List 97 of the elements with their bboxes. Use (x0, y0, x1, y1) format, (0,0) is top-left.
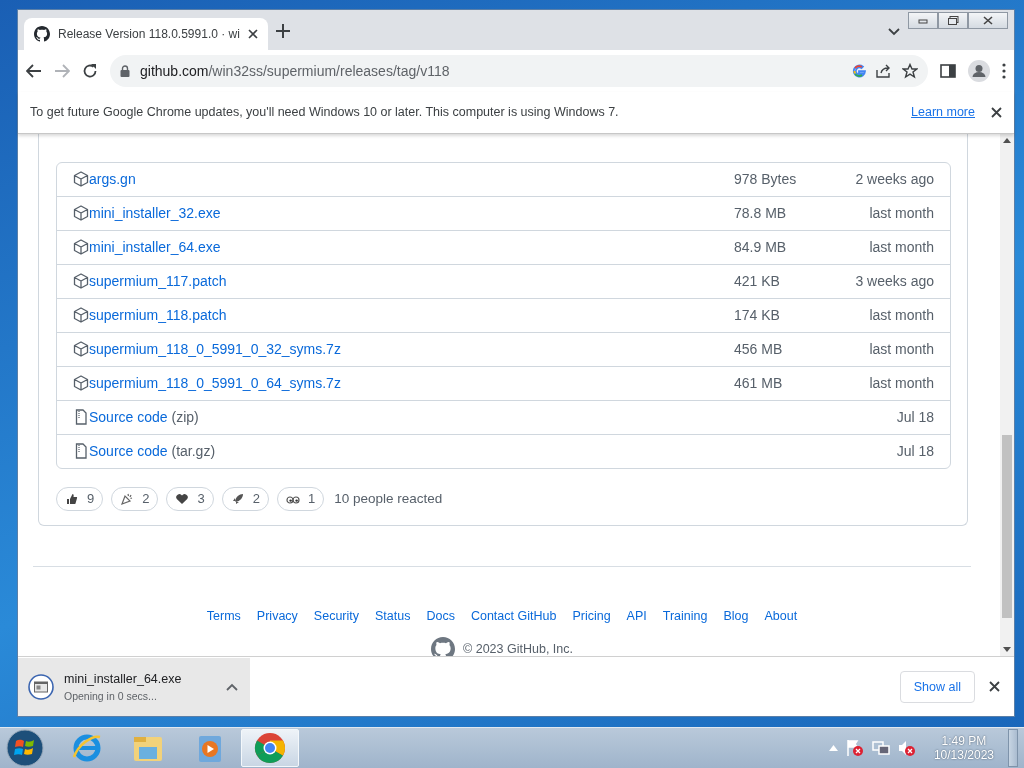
asset-date: 2 weeks ago (854, 171, 934, 188)
reaction-button[interactable]: 2 (221, 486, 269, 511)
network-icon[interactable] (871, 739, 890, 757)
tab-search-icon[interactable] (888, 28, 900, 36)
footer-link[interactable]: Status (375, 608, 411, 623)
share-icon[interactable] (876, 63, 892, 78)
infobar-message: To get future Google Chrome updates, you'll need Windows 10 or later. This computer is using Windows 7. (30, 105, 620, 120)
scrollbar-thumb[interactable] (1002, 434, 1012, 618)
package-icon (73, 375, 89, 392)
minimize-icon (918, 17, 928, 24)
thumbs-up-icon (65, 491, 79, 506)
chrome-icon (253, 731, 287, 765)
package-icon (73, 205, 89, 222)
github-logo-icon[interactable] (431, 636, 455, 657)
caret-icon[interactable] (226, 682, 238, 691)
reaction-button[interactable]: 2 (111, 486, 159, 511)
asset-date: last month (868, 375, 934, 392)
footer-link[interactable]: Contact GitHub (470, 608, 557, 623)
asset-link[interactable]: Source code (zip) (89, 409, 199, 426)
close-window-button[interactable] (968, 12, 1008, 29)
github-favicon (34, 25, 50, 42)
asset-size: 461 MB (734, 375, 784, 392)
package-icon (73, 239, 89, 256)
footer-link[interactable]: API (626, 608, 647, 623)
installer-file-icon (28, 673, 54, 700)
address-bar[interactable]: github.com/win32ss/supermium/releases/tag/v118 (110, 54, 928, 87)
package-icon (73, 307, 89, 324)
start-orb-icon[interactable] (6, 729, 44, 767)
reaction-button[interactable]: 3 (166, 486, 214, 511)
google-g-icon (852, 63, 866, 78)
browser-tab[interactable]: Release Version 118.0.5991.0 · wi (24, 17, 268, 50)
download-filename: mini_installer_64.exe (64, 671, 183, 686)
flag-error-icon[interactable] (845, 739, 864, 757)
download-status: Opening in 0 secs... (64, 689, 158, 702)
asset-date: last month (868, 341, 934, 358)
footer-link[interactable]: Terms (206, 608, 241, 623)
asset-link[interactable]: supermium_118_0_5991_0_64_syms.7z (89, 375, 341, 392)
heart-icon (175, 491, 190, 506)
footer-link[interactable]: About (764, 608, 798, 623)
learn-more-link[interactable]: Learn more (911, 105, 975, 120)
asset-date: last month (868, 205, 934, 222)
side-panel-icon[interactable] (940, 63, 956, 78)
asset-link[interactable]: Source code (tar.gz) (89, 443, 216, 460)
scroll-down-icon[interactable] (1003, 647, 1011, 653)
taskbar-app-button[interactable] (241, 729, 299, 767)
asset-size: 78.8 MB (734, 205, 788, 222)
footer-link[interactable]: Security (313, 608, 359, 623)
copyright-text: © 2023 GitHub, Inc. (463, 641, 573, 656)
asset-size: 84.9 MB (734, 239, 788, 256)
asset-link[interactable]: supermium_117.patch (89, 273, 227, 290)
close-icon[interactable] (989, 681, 1000, 693)
footer-link[interactable]: Privacy (256, 608, 298, 623)
close-icon[interactable] (991, 106, 1002, 118)
speaker-muted-icon[interactable] (897, 739, 916, 757)
asset-size: 978 Bytes (734, 171, 798, 188)
footer-link[interactable]: Docs (426, 608, 455, 623)
rocket-icon (230, 491, 245, 506)
asset-date: 3 weeks ago (854, 273, 934, 290)
new-tab-icon[interactable] (275, 23, 290, 38)
asset-link[interactable]: supermium_118.patch (89, 307, 227, 324)
reload-icon[interactable] (82, 62, 98, 79)
url-text[interactable]: github.com/win32ss/supermium/releases/tag/v118 (140, 62, 842, 79)
file-zip-icon (73, 409, 89, 426)
party-popper-icon (120, 491, 135, 506)
show-all-button[interactable]: Show all (899, 670, 975, 703)
asset-size: 456 MB (734, 341, 784, 358)
menu-icon[interactable] (1002, 62, 1006, 79)
back-icon[interactable] (26, 63, 42, 78)
file-zip-icon (73, 443, 89, 460)
asset-link[interactable]: mini_installer_32.exe (89, 205, 221, 222)
scroll-up-icon[interactable] (1003, 137, 1011, 143)
asset-link[interactable]: args.gn (89, 171, 136, 188)
package-icon (73, 171, 89, 188)
asset-size: 174 KB (734, 307, 781, 324)
reaction-button[interactable]: 1 (276, 486, 325, 511)
reactions-summary: 10 people reacted (334, 491, 443, 507)
reaction-button[interactable]: 9 (56, 486, 104, 511)
restore-icon (947, 16, 959, 25)
maximize-button[interactable] (938, 12, 968, 29)
asset-size: 421 KB (734, 273, 781, 290)
profile-icon[interactable] (968, 59, 990, 82)
footer-link[interactable]: Training (662, 608, 708, 623)
asset-link[interactable]: supermium_118_0_5991_0_32_syms.7z (89, 341, 341, 358)
asset-date: Jul 18 (895, 409, 934, 426)
package-icon (73, 273, 89, 290)
close-icon[interactable] (247, 28, 258, 39)
asset-date: last month (868, 239, 934, 256)
footer-link[interactable]: Blog (723, 608, 749, 623)
close-icon (983, 16, 993, 25)
download-item[interactable]: mini_installer_64.exe Opening in 0 secs... (18, 657, 250, 716)
package-icon (73, 341, 89, 358)
asset-date: Jul 18 (895, 443, 934, 460)
lock-icon (120, 64, 130, 77)
asset-date: last month (868, 307, 934, 324)
footer-link[interactable]: Pricing (572, 608, 611, 623)
asset-link[interactable]: mini_installer_64.exe (89, 239, 221, 256)
star-icon[interactable] (902, 62, 918, 79)
